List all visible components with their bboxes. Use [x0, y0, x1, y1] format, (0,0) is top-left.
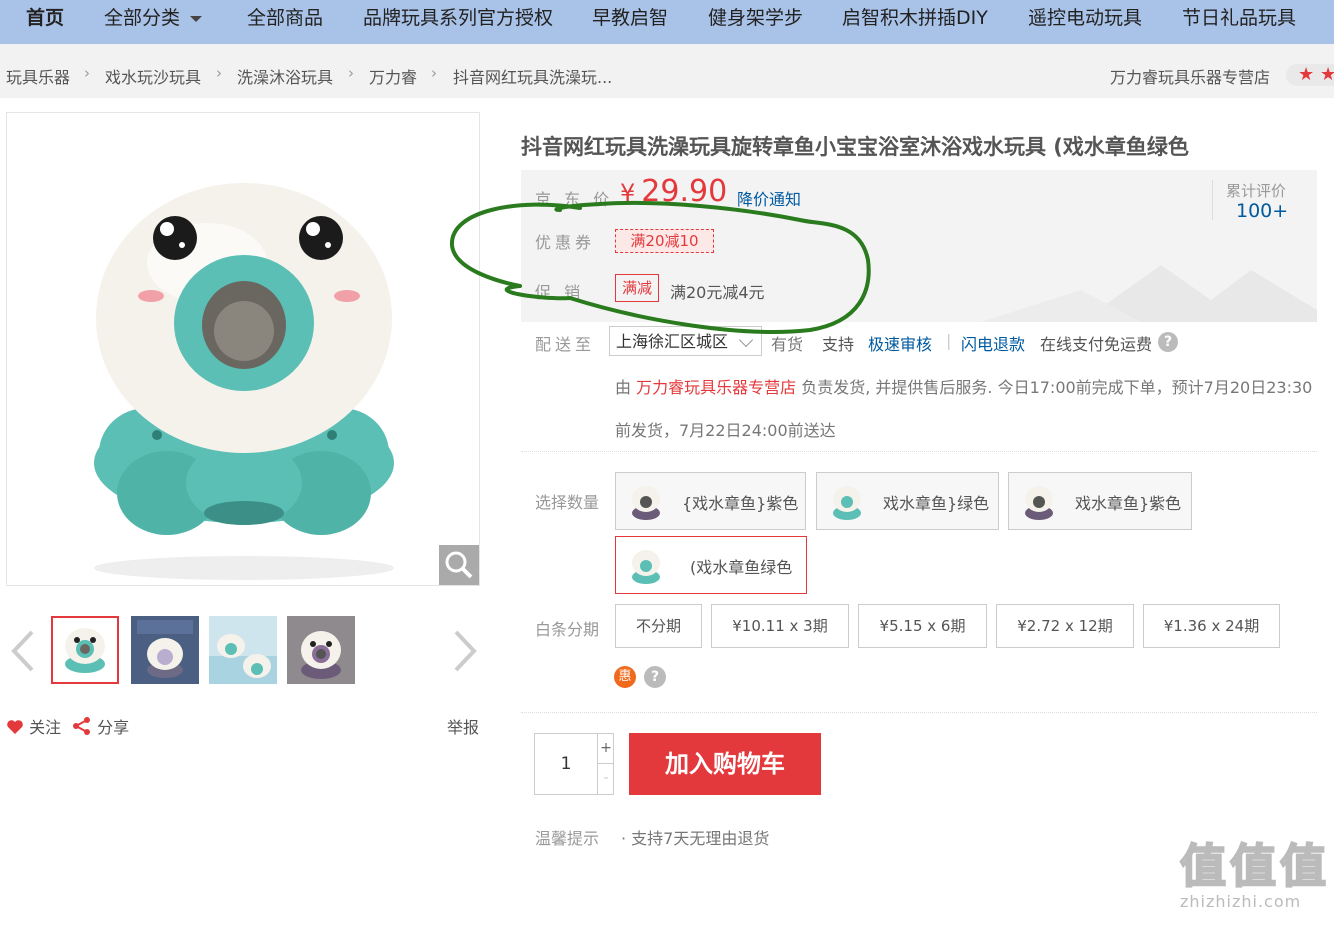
installment-label: 白条分期	[535, 620, 600, 639]
installment-option[interactable]: ¥10.11 x 3期	[711, 604, 849, 648]
watermark-site: zhizhizhi.com	[1180, 892, 1302, 911]
nav-item[interactable]: 健身架学步	[708, 0, 803, 44]
option-label: (戏水章鱼绿色	[690, 558, 793, 577]
help-icon: ?	[1158, 332, 1178, 352]
service-free-shipping: 在线支付免运费	[1040, 335, 1153, 354]
share-icon	[73, 717, 90, 735]
option-purple-2[interactable]: 戏水章鱼}紫色	[1008, 472, 1192, 530]
site-watermark: 值值值 zhizhizhi.com	[1179, 839, 1330, 911]
breadcrumb-separator: ›	[216, 64, 222, 82]
add-to-cart-button[interactable]: 加入购物车	[629, 733, 821, 795]
watermark-logo: 值值值	[1179, 839, 1330, 893]
divider: |	[946, 331, 952, 350]
share-label: 分享	[97, 718, 130, 737]
shipping-prefix: 由	[615, 378, 632, 397]
nav-item[interactable]: 启智积木拼插DIY	[842, 0, 988, 44]
star-icon: ★	[1320, 64, 1334, 85]
thumbnail[interactable]	[131, 616, 199, 684]
quantity-minus-button[interactable]: -	[597, 764, 614, 794]
option-label: 戏水章鱼}绿色	[883, 494, 990, 513]
tips-text: · 支持7天无理由退货	[621, 829, 770, 848]
service-fast-refund[interactable]: 闪电退款	[961, 331, 1025, 355]
tips-label: 温馨提示	[535, 829, 600, 848]
thumbnail-image	[53, 618, 117, 682]
share-button[interactable]: 分享	[72, 714, 129, 738]
shop-rating-stars: ★ ★	[1286, 64, 1334, 86]
star-icon: ★	[1298, 64, 1315, 85]
chevron-down-icon	[190, 15, 203, 22]
option-label: {戏水章鱼}紫色	[682, 494, 799, 513]
installment-option[interactable]: ¥5.15 x 6期	[858, 604, 987, 648]
nav-item[interactable]: 遥控电动玩具	[1028, 0, 1142, 44]
option-label: 戏水章鱼}紫色	[1075, 494, 1182, 513]
breadcrumb-item: 抖音网红玩具洗澡玩...	[453, 68, 613, 87]
option-thumbnail-icon	[833, 486, 861, 520]
octopus-toy-image	[94, 183, 394, 580]
option-green-selected[interactable]: (戏水章鱼绿色	[615, 536, 807, 594]
option-green[interactable]: 戏水章鱼}绿色	[816, 472, 999, 530]
thumbnail-image	[131, 616, 199, 684]
shop-name[interactable]: 万力睿玩具乐器专营店	[1110, 64, 1270, 88]
nav-item[interactable]: 节日礼品玩具	[1182, 0, 1296, 44]
thumbnail-image	[287, 616, 355, 684]
discount-badge-icon: 惠	[614, 666, 636, 688]
rating-label: 累计评价	[1226, 182, 1287, 200]
product-title: 抖音网红玩具洗澡玩具旋转章鱼小宝宝浴室沐浴戏水玩具 (戏水章鱼绿色	[521, 135, 1189, 159]
report-link[interactable]: 举报	[447, 714, 479, 738]
option-thumbnail-icon	[632, 486, 660, 520]
breadcrumb-item[interactable]: 戏水玩沙玩具	[105, 64, 201, 88]
breadcrumb-bar: 玩具乐器 › 戏水玩沙玩具 › 洗澡沐浴玩具 › 万力睿 › 抖音网红玩具洗澡玩…	[0, 44, 1334, 98]
option-thumbnail-icon	[632, 550, 660, 584]
options-label: 选择数量	[535, 493, 600, 512]
installment-option[interactable]: ¥1.36 x 24期	[1143, 604, 1280, 648]
option-thumbnail-icon	[1025, 486, 1053, 520]
thumbnail[interactable]	[209, 616, 277, 684]
main-product-image[interactable]	[6, 112, 480, 586]
shipping-shop-link[interactable]: 万力睿玩具乐器专营店	[636, 378, 796, 397]
top-nav: 首页 全部分类 全部商品 品牌玩具系列官方授权 早教启智 健身架学步 启智积木拼…	[0, 0, 1334, 44]
thumbnail-image	[209, 616, 277, 684]
thumbnail[interactable]	[287, 616, 355, 684]
breadcrumb-item[interactable]: 洗澡沐浴玩具	[237, 64, 333, 88]
breadcrumb-separator: ›	[431, 64, 437, 82]
breadcrumb-item[interactable]: 万力睿	[369, 64, 417, 88]
annotation-circle	[449, 200, 871, 334]
shipping-info: 负责发货, 并提供售后服务. 今日17:00前完成下单，预计7月20日23:30	[801, 378, 1313, 397]
shipping-line-1: 由 万力睿玩具乐器专营店 负责发货, 并提供售后服务. 今日17:00前完成下单…	[615, 374, 1312, 398]
divider	[1212, 180, 1213, 220]
thumbnail[interactable]	[51, 616, 119, 684]
thumbs-next-arrow-icon[interactable]	[452, 630, 480, 672]
breadcrumb-separator: ›	[84, 64, 90, 82]
rating-count[interactable]: 100+	[1236, 200, 1288, 222]
magnifier-icon	[445, 551, 473, 579]
nav-all-categories[interactable]: 全部分类	[104, 0, 203, 44]
thumbs-prev-arrow-icon[interactable]	[8, 630, 36, 672]
help-icon[interactable]: ?	[644, 666, 666, 688]
quantity-stepper: 1 + -	[534, 733, 614, 795]
divider	[521, 712, 1317, 713]
breadcrumb-item[interactable]: 玩具乐器	[6, 64, 70, 88]
installment-option[interactable]: 不分期	[615, 604, 702, 648]
divider	[521, 451, 1317, 452]
installment-option[interactable]: ¥2.72 x 12期	[996, 604, 1134, 648]
option-purple-1[interactable]: {戏水章鱼}紫色	[615, 472, 806, 530]
nav-item[interactable]: 早教启智	[592, 0, 668, 44]
follow-label: 关注	[29, 718, 62, 737]
nav-home[interactable]: 首页	[26, 0, 64, 44]
quantity-plus-button[interactable]: +	[597, 734, 614, 764]
nav-item[interactable]: 全部商品	[247, 0, 323, 44]
quantity-input[interactable]: 1	[535, 734, 597, 794]
help-button[interactable]: ?	[1158, 331, 1178, 352]
breadcrumb-separator: ›	[348, 64, 354, 82]
follow-button[interactable]: 关注	[6, 714, 61, 738]
zoom-button[interactable]	[439, 545, 479, 585]
nav-item[interactable]: 品牌玩具系列官方授权	[363, 0, 553, 44]
heart-icon	[7, 720, 23, 734]
shipping-line-2: 前发货，7月22日24:00前送达	[615, 421, 836, 440]
nav-all-categories-label: 全部分类	[104, 7, 181, 29]
